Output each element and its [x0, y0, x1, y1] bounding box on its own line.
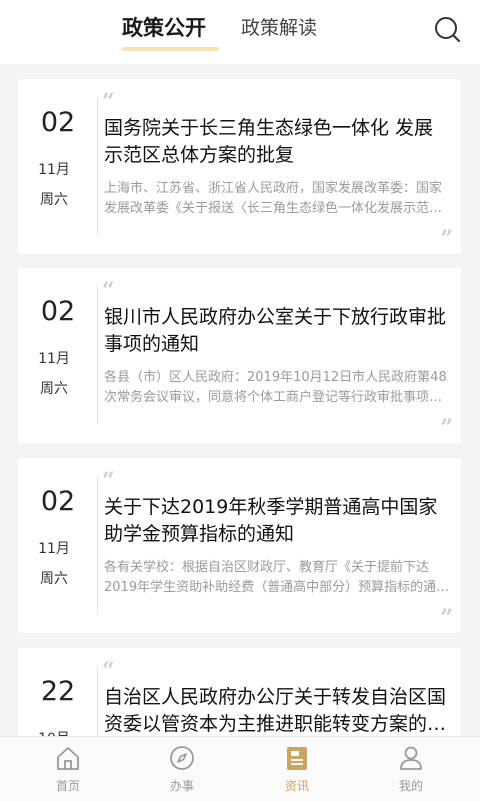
article-day: 02: [40, 296, 76, 327]
article-weekday: 周六: [40, 192, 68, 208]
nav-label-profile: 我的: [398, 779, 423, 793]
article-card[interactable]: 02 11月 周六 “ 关于下达2019年秋季学期普通高中国家助学金预算指标的通…: [18, 458, 461, 633]
article-weekday: 周六: [40, 571, 68, 587]
article-summary: 各县（市）区人民政府：2019年10月12日市人民政府第48次常务会议审议，同意…: [104, 370, 447, 405]
article-title: 自治区人民政府办公厅关于转发自治区国资委以管资本为主推进职能转变方案的通知: [104, 686, 447, 735]
article-month: 11月: [38, 541, 70, 557]
bottom-navigation: 首页 办事 资讯 我的: [0, 736, 480, 801]
active-tab-indicator: [122, 47, 219, 51]
article-day: 02: [40, 107, 76, 138]
open-quote-icon: “: [102, 658, 115, 684]
article-title: 关于下达2019年秋季学期普通高中国家助学金预算指标的通知: [104, 496, 438, 545]
top-header: 政策公开 政策解读: [0, 0, 480, 64]
article-card[interactable]: 22 10月 周二 “ 自治区人民政府办公厅关于转发自治区国资委以管资本为主推进…: [18, 648, 461, 736]
article-summary: 各有关学校：根据自治区财政厅、教育厅《关于提前下达2019年学生资助补助经费（普…: [104, 560, 437, 595]
tab-policy-disclosure[interactable]: 政策公开: [122, 12, 206, 44]
tab-policy-interpretation[interactable]: 政策解读: [241, 12, 317, 44]
nav-item-home[interactable]: 首页: [28, 737, 108, 801]
compass-icon: [170, 746, 194, 770]
nav-label-services: 办事: [169, 779, 194, 793]
card-divider: [97, 666, 98, 736]
article-title: 银川市人民政府办公室关于下放行政审批事项的通知: [104, 306, 447, 355]
article-title: 国务院关于长三角生态绿色一体化 发展示范区总体方案的批复: [104, 117, 434, 166]
nav-item-services[interactable]: 办事: [142, 737, 222, 801]
nav-item-profile[interactable]: 我的: [371, 737, 451, 801]
article-card[interactable]: 02 11月 周六 “ 银川市人民政府办公室关于下放行政审批事项的通知 各县（市…: [18, 268, 461, 443]
nav-item-news[interactable]: 资讯: [257, 737, 337, 801]
card-divider: [97, 97, 98, 235]
open-quote-icon: “: [102, 89, 115, 115]
close-quote-icon: ”: [440, 415, 453, 441]
home-icon: [57, 747, 79, 770]
article-month: 11月: [38, 351, 70, 367]
search-button[interactable]: [432, 14, 464, 46]
nav-label-home: 首页: [55, 779, 80, 793]
open-quote-icon: “: [102, 278, 115, 304]
article-list: 02 11月 周六 “ 国务院关于长三角生态绿色一体化 发展示范区总体方案的批复…: [0, 64, 480, 736]
close-quote-icon: ”: [440, 605, 453, 631]
card-divider: [97, 476, 98, 614]
news-icon: [287, 747, 307, 770]
article-summary: 上海市、江苏省、浙江省人民政府，国家发展改革委：国家发展改革委《关于报送〈长三角…: [104, 181, 443, 216]
article-weekday: 周六: [40, 381, 68, 397]
user-icon: [400, 746, 422, 770]
article-day: 22: [40, 676, 76, 707]
article-month: 10月: [18, 728, 90, 736]
close-quote-icon: ”: [440, 226, 453, 252]
article-day: 02: [40, 486, 76, 517]
search-icon: [435, 17, 460, 42]
open-quote-icon: “: [102, 468, 115, 494]
article-month: 11月: [38, 162, 70, 178]
nav-label-news: 资讯: [284, 779, 309, 793]
article-card[interactable]: 02 11月 周六 “ 国务院关于长三角生态绿色一体化 发展示范区总体方案的批复…: [18, 79, 461, 254]
card-divider: [97, 286, 98, 424]
